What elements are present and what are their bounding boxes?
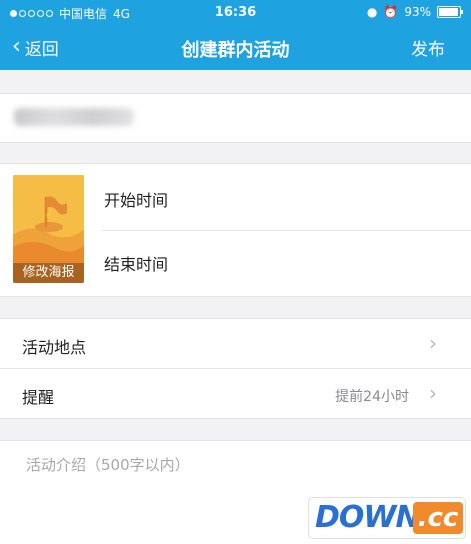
chevron-right-icon: › <box>429 381 437 405</box>
publish-button[interactable]: 发布 <box>411 35 445 60</box>
end-time-label: 结束时间 <box>104 255 169 274</box>
time-section: 修改海报 开始时间 结束时间 <box>0 163 471 297</box>
start-time-row[interactable]: 开始时间 <box>102 167 471 231</box>
edit-poster-label: 修改海报 <box>13 263 84 283</box>
reminder-row[interactable]: 提醒 提前24小时 › <box>0 369 471 418</box>
location-row[interactable]: 活动地点 › <box>0 319 471 369</box>
watermark-logo: DOWN .cc <box>309 498 465 538</box>
battery-percent: 93% <box>404 5 431 19</box>
status-bar: 中国电信 4G 16:36 ● ⏰ 93% <box>0 0 471 25</box>
end-time-row[interactable]: 结束时间 <box>102 231 471 291</box>
navigation-bar: ‹ 返回 创建群内活动 发布 <box>0 25 471 70</box>
description-placeholder: 活动介绍（500字以内） <box>26 456 190 474</box>
top-bar: 中国电信 4G 16:36 ● ⏰ 93% ‹ 返回 创建群内活动 发布 <box>0 0 471 70</box>
activity-name-field[interactable] <box>0 93 471 143</box>
blurred-name-text <box>14 108 134 126</box>
location-label: 活动地点 <box>22 338 87 357</box>
battery-icon <box>437 6 463 18</box>
page-title: 创建群内活动 <box>181 40 290 61</box>
poster-image[interactable]: 修改海报 <box>13 175 84 283</box>
watermark-main-text: DOWN <box>315 500 421 535</box>
reminder-value: 提前24小时 <box>335 389 409 405</box>
rotation-lock-icon: ● <box>366 5 378 19</box>
start-time-label: 开始时间 <box>104 191 169 210</box>
create-group-activity-screen: 中国电信 4G 16:36 ● ⏰ 93% ‹ 返回 创建群内活动 发布 修改海… <box>0 0 471 544</box>
chevron-right-icon: › <box>429 331 437 355</box>
details-list: 活动地点 › 提醒 提前24小时 › <box>0 318 471 419</box>
status-right: ● ⏰ 93% <box>366 5 463 19</box>
reminder-label: 提醒 <box>22 388 55 407</box>
alarm-icon: ⏰ <box>383 5 399 19</box>
watermark-suffix: .cc <box>413 502 463 534</box>
